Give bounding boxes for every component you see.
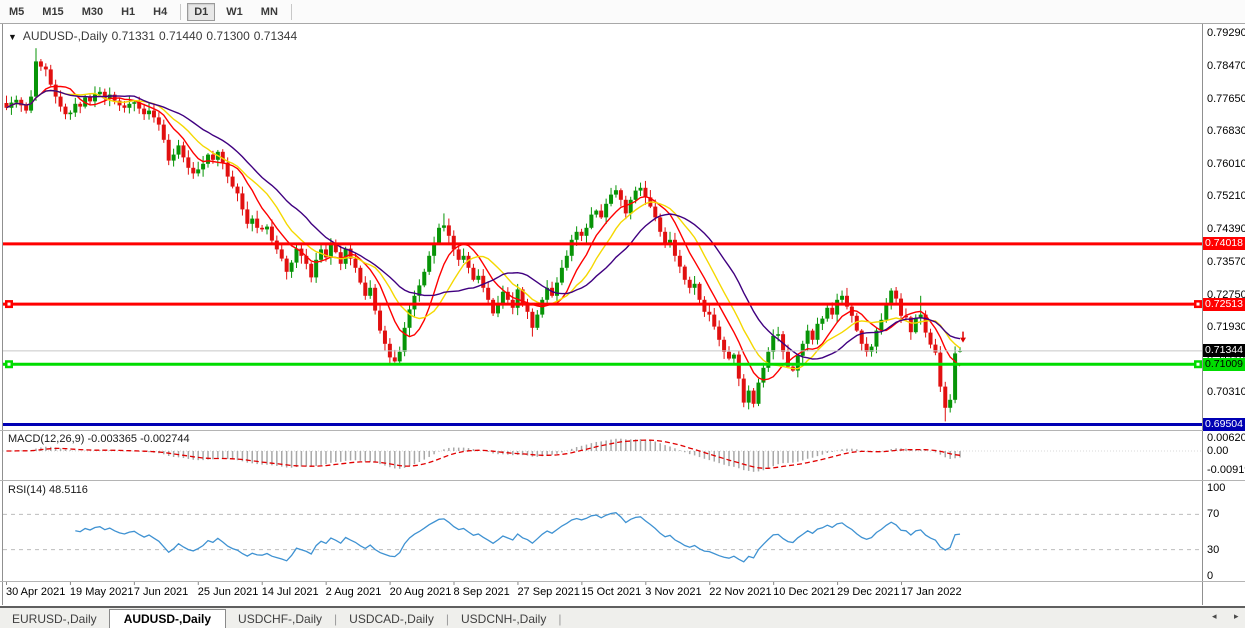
- tab-eurusd[interactable]: EURUSD-,Daily: [0, 610, 109, 628]
- chart-canvas[interactable]: [0, 0, 1245, 628]
- macd-label: MACD(12,26,9) -0.003365 -0.002744: [8, 433, 190, 445]
- macd-values: -0.003365 -0.002744: [87, 433, 189, 445]
- rsi-name: RSI(14): [8, 484, 46, 496]
- date-tick-label: 29 Dec 2021: [837, 586, 899, 598]
- tab-separator: |: [558, 612, 561, 626]
- ohlc-high: 0.71440: [159, 29, 202, 43]
- price-tick-label: 0.76010: [1207, 158, 1245, 170]
- level-price-badge: 0.69504: [1203, 418, 1245, 431]
- tab-scroll-left-icon[interactable]: ◂: [1212, 611, 1217, 622]
- date-tick-label: 22 Nov 2021: [709, 586, 771, 598]
- macd-pane-separator[interactable]: [0, 430, 1245, 431]
- tab-usdcnh[interactable]: USDCNH-,Daily: [449, 610, 558, 628]
- date-tick-label: 14 Jul 2021: [262, 586, 319, 598]
- chart-symbol-title: AUDUSD-,Daily: [23, 29, 108, 43]
- date-tick-label: 27 Sep 2021: [517, 586, 579, 598]
- date-tick-label: 30 Apr 2021: [6, 586, 65, 598]
- date-tick-label: 10 Dec 2021: [773, 586, 835, 598]
- trading-terminal-window: M5M15M30H1H4D1W1MN ▼AUDUSD-,Daily0.71331…: [0, 0, 1245, 628]
- ohlc-low: 0.71300: [206, 29, 249, 43]
- date-tick-label: 3 Nov 2021: [645, 586, 701, 598]
- price-tick-label: 0.74390: [1207, 223, 1245, 235]
- rsi-label: RSI(14) 48.5116: [8, 484, 88, 496]
- ohlc-close: 0.71344: [254, 29, 297, 43]
- tab-usdcad[interactable]: USDCAD-,Daily: [337, 610, 446, 628]
- tab-scroll-right-icon[interactable]: ▸: [1234, 611, 1239, 622]
- level-price-badge: 0.71009: [1203, 358, 1245, 371]
- rsi-tick-label: 70: [1207, 508, 1245, 520]
- price-tick-label: 0.75210: [1207, 190, 1245, 202]
- price-tick-label: 0.71930: [1207, 321, 1245, 333]
- macd-tick-label: 0.00: [1207, 445, 1245, 457]
- macd-tick-label: -0.009197: [1207, 464, 1245, 476]
- date-tick-label: 19 May 2021: [70, 586, 134, 598]
- tab-usdchf[interactable]: USDCHF-,Daily: [226, 610, 334, 628]
- chart-dropdown-icon[interactable]: ▼: [8, 32, 17, 42]
- date-tick-label: 7 Jun 2021: [134, 586, 188, 598]
- rsi-tick-label: 30: [1207, 544, 1245, 556]
- rsi-pane-separator[interactable]: [0, 480, 1245, 481]
- date-tick-label: 17 Jan 2022: [901, 586, 962, 598]
- price-tick-label: 0.73570: [1207, 256, 1245, 268]
- date-tick-label: 8 Sep 2021: [454, 586, 510, 598]
- date-tick-label: 15 Oct 2021: [581, 586, 641, 598]
- date-tick-label: 25 Jun 2021: [198, 586, 259, 598]
- chart-tab-bar: EURUSD-,DailyAUDUSD-,DailyUSDCHF-,Daily |…: [0, 606, 1245, 628]
- rsi-tick-label: 100: [1207, 482, 1245, 494]
- price-tick-label: 0.70310: [1207, 386, 1245, 398]
- ohlc-open: 0.71331: [112, 29, 155, 43]
- macd-tick-label: 0.006201: [1207, 432, 1245, 444]
- left-border: [2, 24, 3, 605]
- macd-name: MACD(12,26,9): [8, 433, 84, 445]
- price-tick-label: 0.78470: [1207, 60, 1245, 72]
- rsi-value: 48.5116: [49, 484, 88, 496]
- date-tick-label: 20 Aug 2021: [390, 586, 452, 598]
- chart-title-row: ▼ AUDUSD-,Daily 0.71331 0.71440 0.71300 0.713…: [8, 29, 301, 43]
- price-tick-label: 0.77650: [1207, 93, 1245, 105]
- axis-separator: [0, 581, 1245, 582]
- price-scale-border: [1202, 24, 1203, 605]
- price-tick-label: 0.79290: [1207, 27, 1245, 39]
- tab-audusd[interactable]: AUDUSD-,Daily: [109, 609, 226, 628]
- date-tick-label: 2 Aug 2021: [326, 586, 382, 598]
- price-tick-label: 0.76830: [1207, 125, 1245, 137]
- level-price-badge: 0.74018: [1203, 237, 1245, 250]
- current-price-badge: 0.71344: [1203, 344, 1245, 357]
- level-price-badge: 0.72513: [1203, 298, 1245, 311]
